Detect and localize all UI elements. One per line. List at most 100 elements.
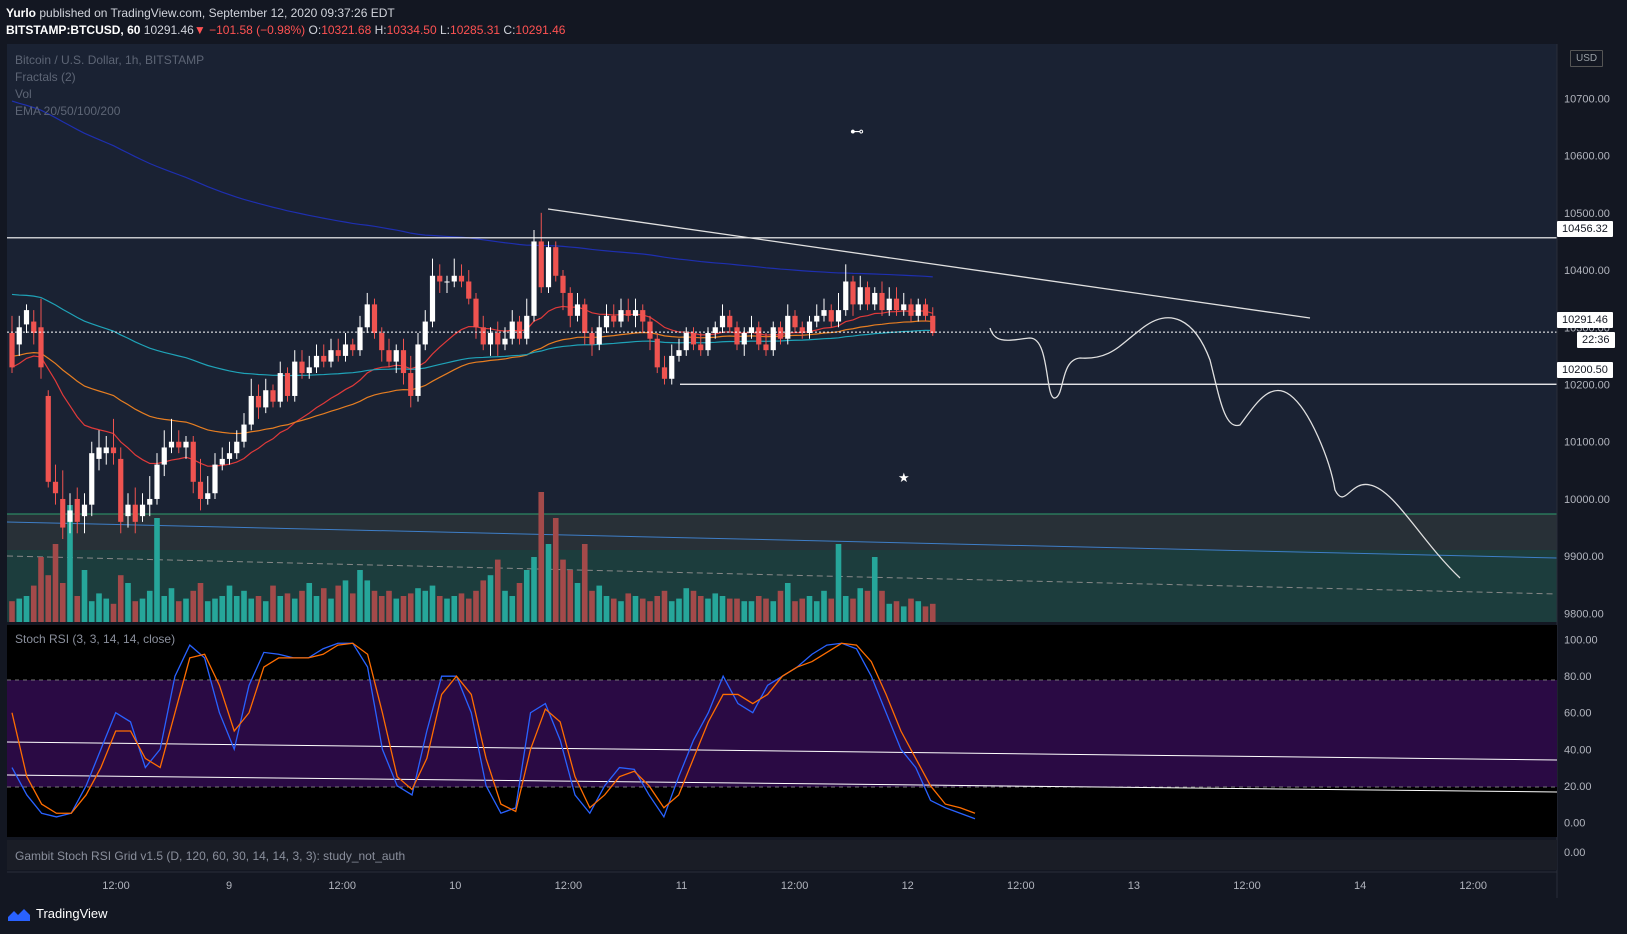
candle-body — [118, 458, 124, 522]
candle-body — [350, 344, 356, 351]
candle-body — [683, 333, 689, 351]
candle-body — [661, 367, 668, 379]
stoch-ticks: 100.00 80.00 60.00 40.00 20.00 0.00 — [1564, 635, 1598, 830]
gambit-ticks: 0.00 — [1564, 847, 1585, 859]
volume-bar — [494, 559, 501, 622]
volume-bar — [639, 598, 646, 622]
volume-bar — [154, 518, 160, 622]
candle — [553, 241, 559, 282]
volume-bar — [676, 598, 682, 622]
candle-body — [792, 315, 798, 328]
brand-label: TradingView — [36, 906, 108, 921]
candle-body — [741, 333, 747, 345]
currency-button[interactable]: USD — [1570, 50, 1604, 67]
candle-body — [328, 350, 334, 362]
volume-bar — [886, 603, 893, 622]
volume-bar — [603, 596, 610, 622]
candle-body — [611, 315, 617, 322]
candle — [118, 447, 124, 534]
volume-bar — [74, 596, 81, 622]
candle-body — [596, 327, 602, 345]
volume-bar — [828, 598, 835, 622]
volume-bar — [168, 588, 175, 622]
chart-canvas[interactable]: ⊷ ★ 10700.0010600.0010500.0010400.001030… — [0, 0, 1627, 934]
volume-bar — [842, 596, 849, 622]
volume-bar — [45, 575, 52, 622]
candle-body — [205, 493, 211, 499]
legend-title[interactable]: Bitcoin / U.S. Dollar, 1h, BITSTAMP — [15, 53, 204, 67]
gray-zone — [7, 514, 1557, 550]
candle-body — [342, 344, 349, 356]
volume-bar — [132, 601, 139, 622]
candle-body — [603, 315, 610, 328]
volume-bar — [763, 598, 769, 622]
volume-bar — [429, 585, 436, 622]
candle-body — [393, 350, 399, 362]
candle-body — [234, 441, 240, 454]
volume-bar — [204, 601, 211, 622]
time-tick: 9 — [226, 880, 232, 892]
volume-bar — [299, 590, 305, 622]
volume-bar — [110, 603, 117, 622]
volume-bar — [799, 598, 806, 622]
volume-bar — [248, 598, 255, 622]
volume-bar — [386, 590, 392, 622]
volume-bar — [734, 598, 740, 622]
price-tick: 10200.00 — [1564, 380, 1610, 392]
volume-bar — [23, 596, 30, 622]
candle-body — [553, 247, 559, 276]
countdown-tag: 22:36 — [1577, 332, 1615, 348]
volume-bar — [893, 601, 900, 622]
volume-bar — [313, 596, 320, 622]
footer — [0, 898, 1627, 934]
candle-body — [690, 333, 697, 345]
volume-bar — [125, 583, 131, 622]
candle-body — [560, 275, 566, 293]
legend-vol[interactable]: Vol — [15, 87, 32, 101]
candle-body — [763, 344, 769, 351]
candle-body — [886, 298, 892, 311]
time-tick: 12:00 — [1233, 880, 1261, 892]
candle-body — [734, 327, 740, 345]
candle-body — [96, 447, 102, 459]
price-tick: 10000.00 — [1564, 494, 1610, 506]
volume-bar — [567, 570, 574, 622]
legend-stoch[interactable]: Stoch RSI (3, 3, 14, 14, close) — [15, 632, 175, 646]
volume-bar — [371, 590, 378, 622]
volume-bar — [900, 606, 907, 622]
volume-bar — [850, 598, 856, 622]
price-tick: 9900.00 — [1564, 551, 1604, 563]
legend-gambit[interactable]: Gambit Stoch RSI Grid v1.5 (D, 120, 60, … — [15, 849, 405, 863]
volume-bar — [393, 598, 400, 622]
volume-bar — [712, 593, 719, 622]
candle-body — [698, 344, 704, 351]
candle-body — [495, 333, 501, 345]
volume-bar — [726, 598, 733, 622]
candle-body — [922, 304, 929, 316]
volume-bar — [560, 559, 566, 622]
tradingview-logo[interactable]: TradingView — [8, 906, 108, 921]
volume-bar — [306, 583, 313, 622]
candle-body — [806, 321, 813, 333]
candle-body — [727, 315, 733, 328]
candle-body — [458, 275, 465, 282]
volume-bar — [451, 596, 458, 622]
candle-body — [618, 310, 624, 322]
candle-body — [669, 355, 675, 379]
volume-bar — [661, 590, 668, 622]
volume-bar — [233, 596, 240, 622]
volume-bar — [117, 575, 124, 622]
time-tick: 11 — [676, 880, 687, 892]
legend-ema[interactable]: EMA 20/50/100/200 — [15, 104, 120, 118]
volume-bar — [52, 544, 59, 622]
candle-body — [893, 298, 900, 311]
candle-body — [567, 292, 573, 316]
legend-fractals[interactable]: Fractals (2) — [15, 70, 76, 84]
volume-bar — [320, 588, 327, 622]
candle — [371, 298, 378, 339]
candle-body — [582, 304, 588, 333]
volume-bar — [212, 598, 218, 622]
candle-body — [930, 315, 936, 333]
volume-bar — [908, 598, 914, 622]
volume-bar — [277, 596, 284, 622]
